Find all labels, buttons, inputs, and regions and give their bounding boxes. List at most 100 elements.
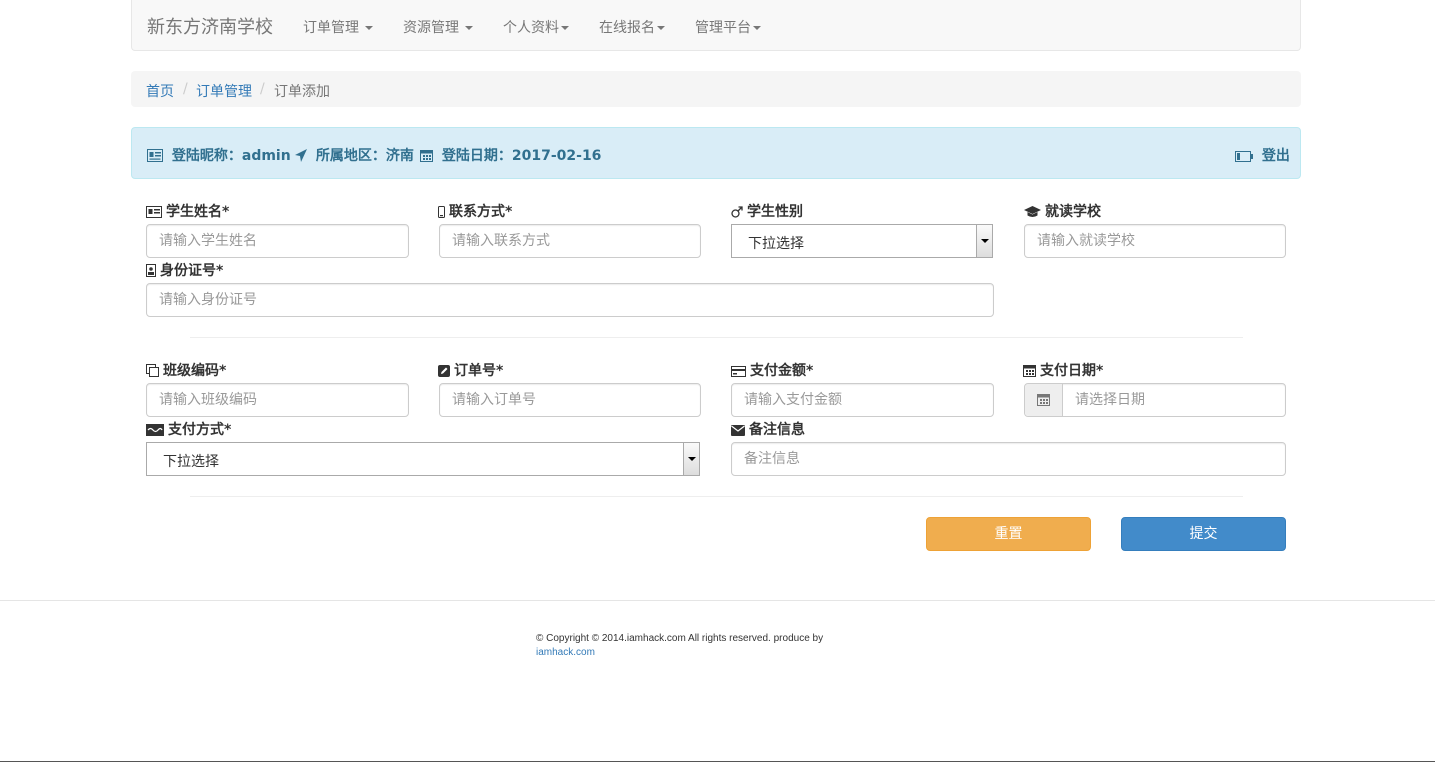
login-date-text: 登陆日期：2017-02-16 [441,148,602,164]
school-field[interactable] [1024,224,1286,258]
contact-input[interactable] [440,225,700,257]
login-nickname: 登陆昵称：admin [147,145,291,165]
caret-down-icon [465,26,474,30]
calendar-icon [1023,365,1036,377]
breadcrumb-separator: / [260,81,265,97]
label-text: 学生性别 [747,204,803,220]
payment-method-select-value: 下拉选择 [163,454,219,470]
id-card-icon [146,206,162,218]
class-code-field[interactable] [146,383,409,417]
login-region: 所属地区：济南 [295,145,414,165]
label-text: 支付方式* [168,422,232,438]
class-code-label: 班级编码* [146,360,226,380]
brand-title[interactable]: 新东方济南学校 [147,13,273,39]
contact-field[interactable] [439,224,701,258]
male-symbol-icon [731,206,743,218]
payment-date-field[interactable] [1024,383,1286,417]
breadcrumb-home[interactable]: 首页 [146,81,174,101]
login-date: 登陆日期：2017-02-16 [420,145,601,165]
top-navbar: 新东方济南学校 订单管理 资源管理 个人资料 在线报名 管理平台 [131,0,1301,51]
nav-label: 资源管理 [403,20,459,36]
caret-down-icon [365,26,374,30]
gender-select-value: 下拉选择 [748,236,804,252]
id-number-input[interactable] [147,284,993,316]
label-text: 联系方式* [449,204,513,220]
payment-amount-label: 支付金额* [731,360,813,380]
payment-date-label: 支付日期* [1023,360,1103,380]
nickname-text: 登陆昵称：admin [171,148,291,164]
caret-down-icon [657,26,665,30]
select-arrow-icon[interactable] [976,225,992,257]
date-picker-addon[interactable] [1025,384,1063,416]
nav-admin-platform[interactable]: 管理平台 [695,17,761,37]
label-text: 支付日期* [1040,363,1104,379]
label-text: 班级编码* [163,363,227,379]
label-text: 订单号* [454,363,504,379]
envelope-icon [731,425,745,436]
id-card-icon [147,149,163,162]
footer-link[interactable]: iamhack.com [536,646,823,660]
copy-icon [146,364,159,377]
nav-resource-management[interactable]: 资源管理 [403,17,474,37]
payment-amount-input[interactable] [732,384,993,416]
nav-label: 在线报名 [599,20,655,36]
graduation-cap-icon [1024,206,1041,217]
school-label: 就读学校 [1024,201,1101,221]
breadcrumb-current: 订单添加 [274,84,330,100]
student-name-input[interactable] [147,225,408,257]
remark-field[interactable] [731,442,1286,476]
payment-method-select[interactable]: 下拉选择 [146,442,700,476]
order-number-field[interactable] [439,383,701,417]
gender-select[interactable]: 下拉选择 [731,224,993,258]
footer: © Copyright © 2014.iamhack.com All right… [536,632,823,660]
logout-link[interactable]: 登出 [1235,145,1290,165]
section-divider [190,496,1243,497]
payment-method-label: 支付方式* [146,419,231,439]
remark-label: 备注信息 [731,419,805,439]
breadcrumb-separator: / [183,81,188,97]
label-text: 支付金额* [750,363,814,379]
id-badge-icon [146,264,156,277]
label-text: 备注信息 [749,422,805,438]
location-arrow-icon [295,149,307,162]
school-input[interactable] [1025,225,1285,257]
label-text: 身份证号* [160,263,224,279]
copyright-text: © Copyright © 2014.iamhack.com All right… [536,633,824,644]
reset-button[interactable]: 重置 [926,517,1091,551]
label-text: 学生姓名* [166,204,230,220]
nav-personal-info[interactable]: 个人资料 [503,17,569,37]
submit-button[interactable]: 提交 [1121,517,1286,551]
logout-text: 登出 [1261,148,1290,164]
student-name-field[interactable] [146,224,409,258]
breadcrumb-order-management[interactable]: 订单管理 [196,81,252,101]
id-number-label: 身份证号* [146,260,223,280]
order-number-label: 订单号* [438,360,503,380]
order-number-input[interactable] [440,384,700,416]
contact-label: 联系方式* [438,201,512,221]
label-text: 就读学校 [1045,204,1101,220]
id-number-field[interactable] [146,283,994,317]
edit-icon [438,365,450,377]
battery-icon [1235,151,1253,162]
mobile-phone-icon [438,206,445,218]
nav-label: 管理平台 [695,20,751,36]
calendar-icon [420,150,433,162]
student-name-label: 学生姓名* [146,201,229,221]
nav-order-management[interactable]: 订单管理 [303,17,374,37]
credit-card-icon [731,366,746,377]
caret-down-icon [753,26,761,30]
caret-down-icon [561,26,569,30]
calendar-icon [1037,394,1050,406]
nav-label: 订单管理 [303,20,359,36]
user-info-alert: 登陆昵称：admin 所属地区：济南 登陆日期：2017-02-16 登出 [131,127,1301,179]
nav-online-registration[interactable]: 在线报名 [599,17,665,37]
breadcrumb: 首页 / 订单管理 / 订单添加 [131,71,1301,107]
section-divider [190,337,1243,338]
remark-input[interactable] [732,443,1285,475]
class-code-input[interactable] [147,384,408,416]
gender-label: 学生性别 [731,201,803,221]
select-arrow-icon[interactable] [683,443,699,475]
payment-amount-field[interactable] [731,383,994,417]
payment-date-input[interactable] [1025,384,1285,416]
money-icon [146,424,164,436]
